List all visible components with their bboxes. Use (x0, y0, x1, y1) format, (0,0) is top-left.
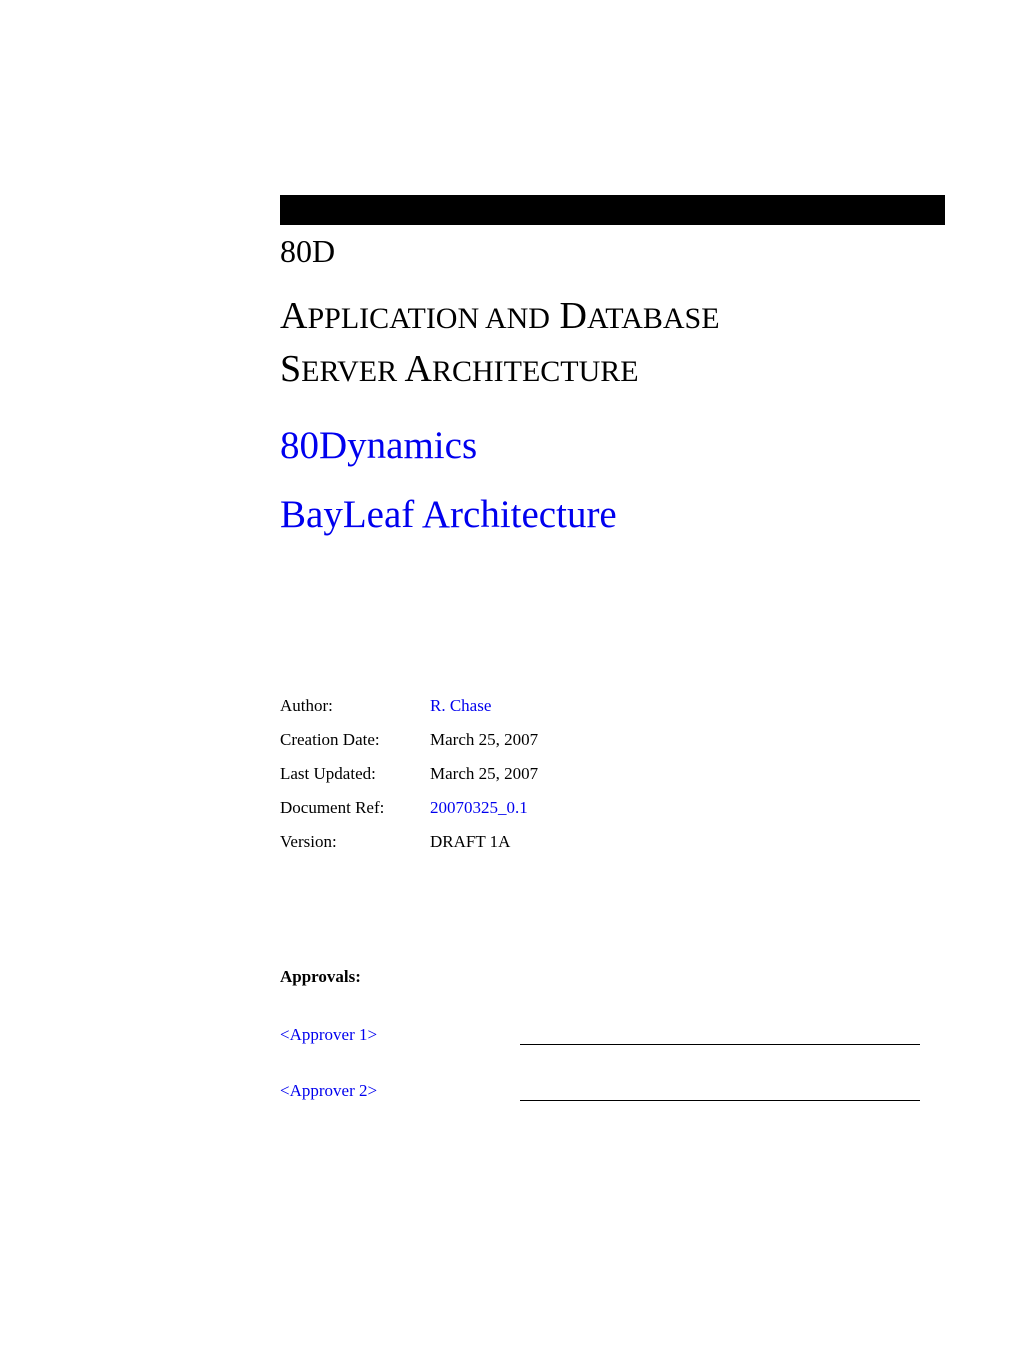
document-short-code: 80D (280, 233, 920, 270)
author-value: R. Chase (430, 696, 491, 716)
architecture-name: BayLeaf Architecture (280, 490, 920, 541)
meta-row-version: Version: DRAFT 1A (280, 832, 920, 852)
signature-line-2 (520, 1100, 920, 1101)
updated-label: Last Updated: (280, 764, 430, 784)
updated-value: March 25, 2007 (430, 764, 538, 784)
document-title: APPLICATION AND DATABASE SERVER ARCHITEC… (280, 290, 920, 396)
approval-row-1: <Approver 1> (280, 1025, 920, 1045)
docref-value: 20070325_0.1 (430, 798, 528, 818)
version-label: Version: (280, 832, 430, 852)
signature-line-1 (520, 1044, 920, 1045)
meta-row-author: Author: R. Chase (280, 696, 920, 716)
approvals-heading: Approvals: (280, 967, 920, 987)
approver-2: <Approver 2> (280, 1081, 520, 1101)
creation-label: Creation Date: (280, 730, 430, 750)
meta-row-updated: Last Updated: March 25, 2007 (280, 764, 920, 784)
approval-row-2: <Approver 2> (280, 1081, 920, 1101)
approver-1: <Approver 1> (280, 1025, 520, 1045)
metadata-table: Author: R. Chase Creation Date: March 25… (280, 696, 920, 852)
document-page: 80D APPLICATION AND DATABASE SERVER ARCH… (0, 0, 1020, 1237)
author-label: Author: (280, 696, 430, 716)
meta-row-creation: Creation Date: March 25, 2007 (280, 730, 920, 750)
header-bar (280, 195, 945, 225)
project-name: 80Dynamics (280, 421, 920, 472)
meta-row-docref: Document Ref: 20070325_0.1 (280, 798, 920, 818)
docref-label: Document Ref: (280, 798, 430, 818)
title-line-2: SERVER ARCHITECTURE (280, 348, 639, 390)
version-value: DRAFT 1A (430, 832, 510, 852)
title-line-1: APPLICATION AND DATABASE (280, 295, 720, 337)
creation-value: March 25, 2007 (430, 730, 538, 750)
